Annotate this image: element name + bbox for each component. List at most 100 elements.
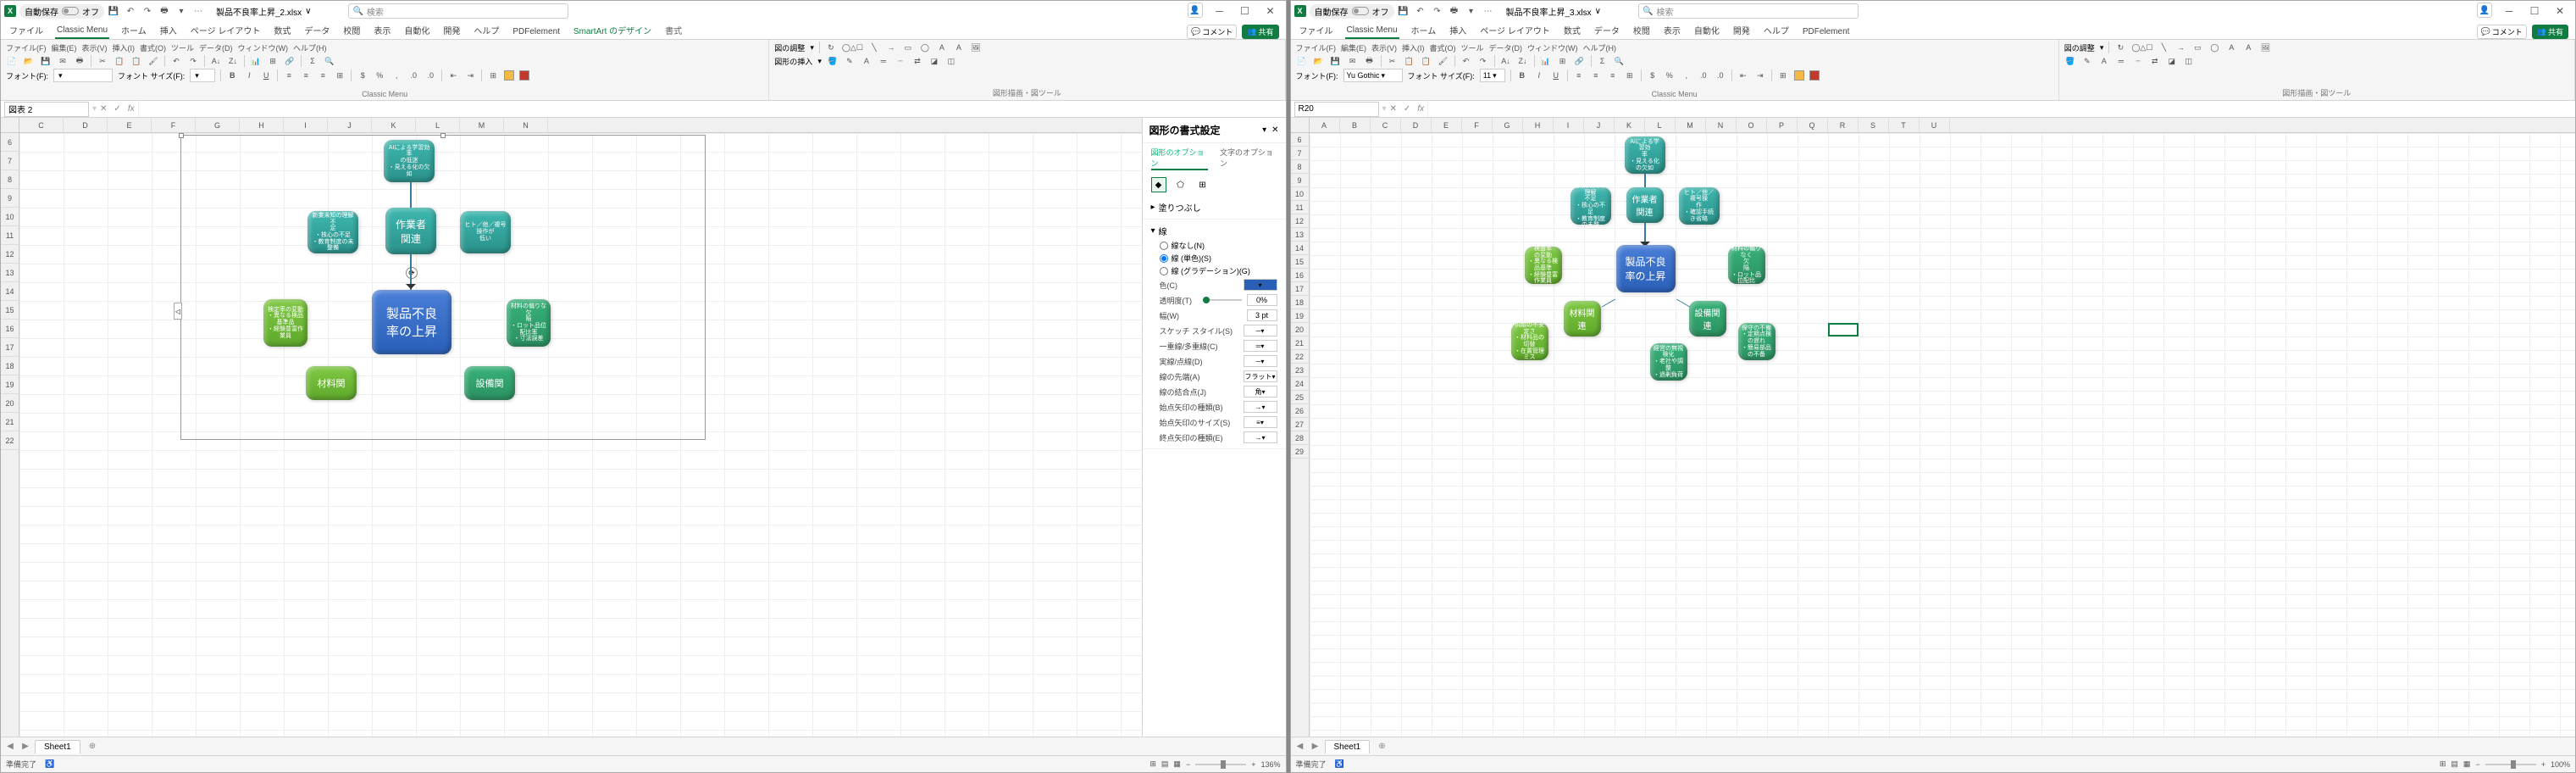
sum-icon[interactable]: Σ xyxy=(307,55,319,67)
hyperlink-icon[interactable]: 🔗 xyxy=(284,55,296,67)
tab-classic-menu[interactable]: Classic Menu xyxy=(1345,23,1399,39)
maximize-button[interactable]: ☐ xyxy=(1233,3,1257,19)
tab-home[interactable]: ホーム xyxy=(1410,21,1438,39)
font-color-icon[interactable] xyxy=(519,70,529,81)
sort-asc-icon[interactable]: A↓ xyxy=(1500,55,1512,67)
column-header[interactable]: N xyxy=(504,118,548,132)
select-all-corner[interactable] xyxy=(1,118,19,133)
row-header[interactable]: 25 xyxy=(1291,391,1309,404)
close-button[interactable]: ✕ xyxy=(1259,3,1282,19)
row-header[interactable]: 6 xyxy=(1,133,19,152)
std-shapes-icon[interactable]: ◯△☐ xyxy=(2131,42,2152,53)
tab-smartart-design[interactable]: SmartArt のデザイン xyxy=(572,21,653,39)
align-right-icon[interactable]: ≡ xyxy=(1607,70,1619,81)
row-header[interactable]: 16 xyxy=(1,320,19,338)
shape-insp[interactable]: 検査率 の変動 ・異なる検品基準 ・経験豊富作業員 xyxy=(1525,247,1562,284)
file-state-dropdown[interactable]: ∨ xyxy=(1595,7,1601,16)
rotate-icon[interactable]: ↻ xyxy=(825,42,837,53)
line-icon[interactable]: ╲ xyxy=(868,42,880,53)
decimal-dec-icon[interactable]: .0 xyxy=(424,70,436,81)
effects-tab-icon[interactable]: ⬠ xyxy=(1173,177,1188,192)
row-header[interactable]: 12 xyxy=(1291,214,1309,228)
tab-data[interactable]: データ xyxy=(1593,21,1621,39)
fill-line-tab-icon[interactable]: ◆ xyxy=(1151,177,1166,192)
cap-dropdown[interactable]: フラット▾ xyxy=(1244,370,1277,382)
column-header[interactable]: H xyxy=(240,118,284,132)
row-header[interactable]: 20 xyxy=(1291,323,1309,336)
font-color-icon[interactable] xyxy=(1809,70,1820,81)
clipart-icon[interactable]: 🖼 xyxy=(2259,42,2271,53)
align-right-icon[interactable]: ≡ xyxy=(317,70,329,81)
print-icon[interactable]: 🖶 xyxy=(1364,55,1376,67)
zoom-slider[interactable] xyxy=(2485,764,2536,765)
menu-tools[interactable]: ツール xyxy=(171,42,194,53)
shape-mgmt[interactable]: 経営の無視検化 ・老社や調整 ・過剰負荷 xyxy=(1650,343,1687,381)
row-header[interactable]: 9 xyxy=(1291,174,1309,187)
shape-equip[interactable]: 設備関 連 xyxy=(1689,301,1726,336)
row-header[interactable]: 10 xyxy=(1291,187,1309,201)
column-header[interactable]: D xyxy=(64,118,108,132)
column-header[interactable]: G xyxy=(196,118,240,132)
tab-data[interactable]: データ xyxy=(302,21,331,39)
row-header[interactable]: 14 xyxy=(1,282,19,301)
arrow-icon[interactable]: → xyxy=(885,42,897,53)
shape-understand[interactable]: 新業未知の理解 不足 ・核心の不足 ・教育制度の未整 xyxy=(1571,187,1611,225)
menu-file[interactable]: ファイル(F) xyxy=(1296,42,1337,53)
shape-matdef[interactable]: 材料の偏りなく 欠 陥 ・ロット品位配比 xyxy=(1728,247,1765,284)
row-header[interactable]: 22 xyxy=(1,431,19,450)
tab-pdfelement[interactable]: PDFelement xyxy=(1801,25,1852,39)
row-header[interactable]: 27 xyxy=(1291,418,1309,431)
size-dropdown[interactable]: ▾ xyxy=(190,69,215,82)
grid-canvas[interactable]: AIによる学習効 率 ・見える化の欠如 新業未知の理解 不足 ・核心の不足 ・教… xyxy=(1310,133,2576,737)
tab-insert[interactable]: 挿入 xyxy=(158,21,179,39)
cut-icon[interactable]: ✂ xyxy=(97,55,108,67)
enter-icon[interactable]: ✓ xyxy=(1400,104,1414,114)
column-header[interactable]: I xyxy=(284,118,328,132)
hyperlink-icon[interactable]: 🔗 xyxy=(1574,55,1586,67)
autosave-toggle[interactable]: 自動保存 オフ xyxy=(1310,4,1394,19)
size-dropdown[interactable]: 11▾ xyxy=(1480,69,1505,82)
add-sheet-icon[interactable]: ⊕ xyxy=(1373,742,1390,751)
undo-icon[interactable]: ↶ xyxy=(1415,5,1426,17)
oval-icon[interactable]: ◯ xyxy=(2208,42,2220,53)
menu-tools[interactable]: ツール xyxy=(1461,42,1484,53)
menu-window[interactable]: ウィンドウ(W) xyxy=(238,42,289,53)
search-box[interactable]: 🔍 検索 xyxy=(348,3,568,19)
shape-worker[interactable]: 作業者 関連 xyxy=(385,208,436,254)
decimal-dec-icon[interactable]: .0 xyxy=(1715,70,1726,81)
tab-pdfelement[interactable]: PDFelement xyxy=(511,25,562,39)
menu-data[interactable]: データ(D) xyxy=(1489,42,1523,53)
column-header[interactable]: F xyxy=(152,118,196,132)
shape-worker[interactable]: 作業者 関連 xyxy=(1626,187,1664,223)
pivot-icon[interactable]: ⊞ xyxy=(1557,55,1569,67)
pane-dropdown-icon[interactable]: ▾ xyxy=(1262,125,1266,135)
bold-icon[interactable]: B xyxy=(226,70,238,81)
tab-view[interactable]: 表示 xyxy=(372,21,392,39)
menu-format[interactable]: 書式(O) xyxy=(1430,42,1456,53)
underline-icon[interactable]: U xyxy=(260,70,272,81)
arrow-style-icon[interactable]: ⇄ xyxy=(911,55,923,67)
adjust-label[interactable]: 図の調整 xyxy=(774,42,805,53)
fx-icon[interactable]: fx xyxy=(1414,104,1427,114)
row-header[interactable]: 18 xyxy=(1,357,19,375)
section-fill[interactable]: ▸ 塗りつぶし xyxy=(1151,199,1277,215)
shape-maint[interactable]: 保守の不備 ・定期点検の遅れ ・簡易部品の不备 xyxy=(1738,323,1776,360)
fx-icon[interactable]: fx xyxy=(125,104,138,114)
minimize-button[interactable]: ─ xyxy=(1208,3,1232,19)
tab-insert[interactable]: 挿入 xyxy=(1448,21,1468,39)
tab-file[interactable]: ファイル xyxy=(1298,21,1335,39)
print-icon[interactable]: 🖶 xyxy=(158,5,170,17)
tab-file[interactable]: ファイル xyxy=(8,21,45,39)
tab-developer[interactable]: 開発 xyxy=(1731,21,1752,39)
tab-developer[interactable]: 開発 xyxy=(441,21,462,39)
currency-icon[interactable]: $ xyxy=(1647,70,1659,81)
fmt-tab-text[interactable]: 文字のオプション xyxy=(1220,147,1277,170)
line-color-icon[interactable]: ✎ xyxy=(844,55,856,67)
zoom-out-icon[interactable]: − xyxy=(1186,760,1190,769)
toggle-switch-icon[interactable] xyxy=(62,7,79,15)
accessibility-icon[interactable]: ♿ xyxy=(1335,759,1344,769)
row-header[interactable]: 21 xyxy=(1,413,19,431)
paste-icon[interactable]: 📋 xyxy=(1421,55,1432,67)
qat-more-icon[interactable]: ▾ xyxy=(1465,5,1477,17)
column-header[interactable]: M xyxy=(460,118,504,132)
